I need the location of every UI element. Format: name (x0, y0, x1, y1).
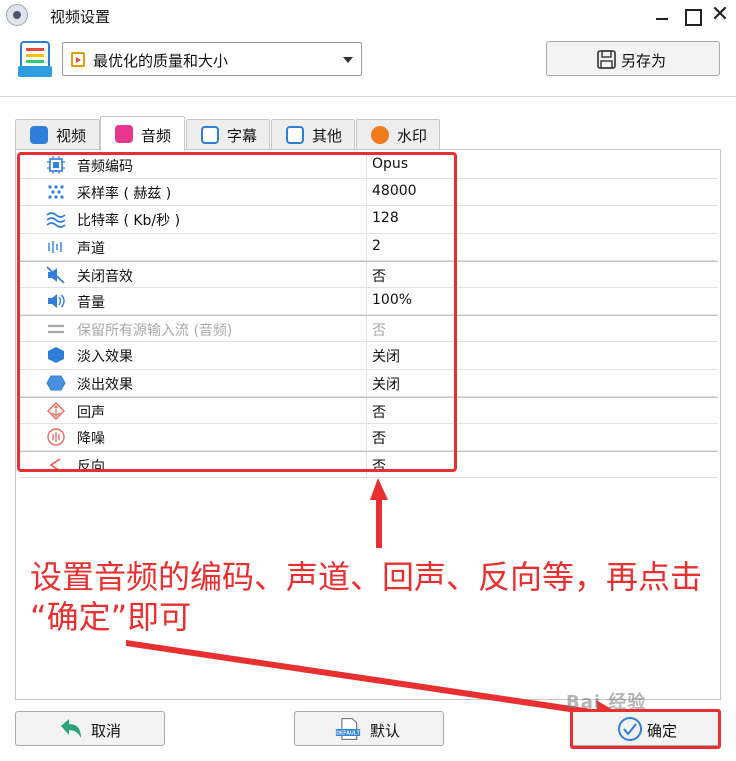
cancel-label: 取消 (91, 722, 122, 740)
minimize-button[interactable] (650, 4, 674, 28)
music-note-icon (115, 125, 133, 143)
annotation-line-1: 设置音频的编码、声道、回声、反向等，再点击 (30, 558, 703, 596)
tab-subtitles[interactable]: 字幕 (186, 119, 270, 149)
tab-label: 水印 (397, 127, 428, 145)
default-button[interactable]: DEFAULT 默认 (294, 711, 444, 746)
chevron-down-icon (343, 57, 353, 63)
annotation-line-2: “确定”即可 (30, 598, 192, 636)
preset-selected-value: 最优化的质量和大小 (93, 52, 229, 70)
profile-list-icon (18, 41, 52, 77)
annotation-caption: 设置音频的编码、声道、回声、反向等，再点击 “确定”即可 (30, 557, 730, 637)
new-badge-icon (371, 126, 389, 144)
tab-label: 音频 (141, 127, 172, 145)
maximize-button[interactable] (680, 4, 704, 28)
sliders-icon (286, 126, 304, 144)
default-label: 默认 (370, 722, 401, 740)
title-bar: 视频设置 ✕ (0, 0, 736, 32)
baidu-watermark: Bai 经验 (566, 692, 647, 713)
save-as-label: 另存为 (621, 52, 667, 70)
tab-video[interactable]: 视频 (15, 119, 100, 149)
default-icon-text: DEFAULT (336, 731, 360, 737)
annotation-highlight-box (17, 152, 457, 472)
window-title: 视频设置 (50, 8, 111, 26)
ok-annotation-highlight (570, 709, 721, 749)
floppy-disk-icon (597, 50, 616, 69)
tab-watermark[interactable]: 水印 (356, 119, 440, 149)
undo-arrow-icon (61, 719, 81, 738)
tab-label: 其他 (312, 127, 343, 145)
close-button[interactable]: ✕ (708, 4, 732, 28)
app-logo-icon (6, 4, 28, 26)
cancel-button[interactable]: 取消 (15, 711, 165, 746)
tab-other[interactable]: 其他 (271, 119, 355, 149)
tab-label: 字幕 (227, 127, 258, 145)
save-as-button[interactable]: 另存为 (546, 41, 720, 76)
divider (0, 96, 736, 97)
film-icon (71, 52, 85, 67)
subtitle-icon (201, 126, 219, 144)
default-document-icon: DEFAULT (335, 718, 361, 740)
tab-audio[interactable]: 音频 (100, 116, 185, 151)
tab-label: 视频 (56, 127, 87, 145)
preset-dropdown[interactable]: 最优化的质量和大小 (62, 42, 362, 76)
video-tab-icon (30, 126, 48, 144)
